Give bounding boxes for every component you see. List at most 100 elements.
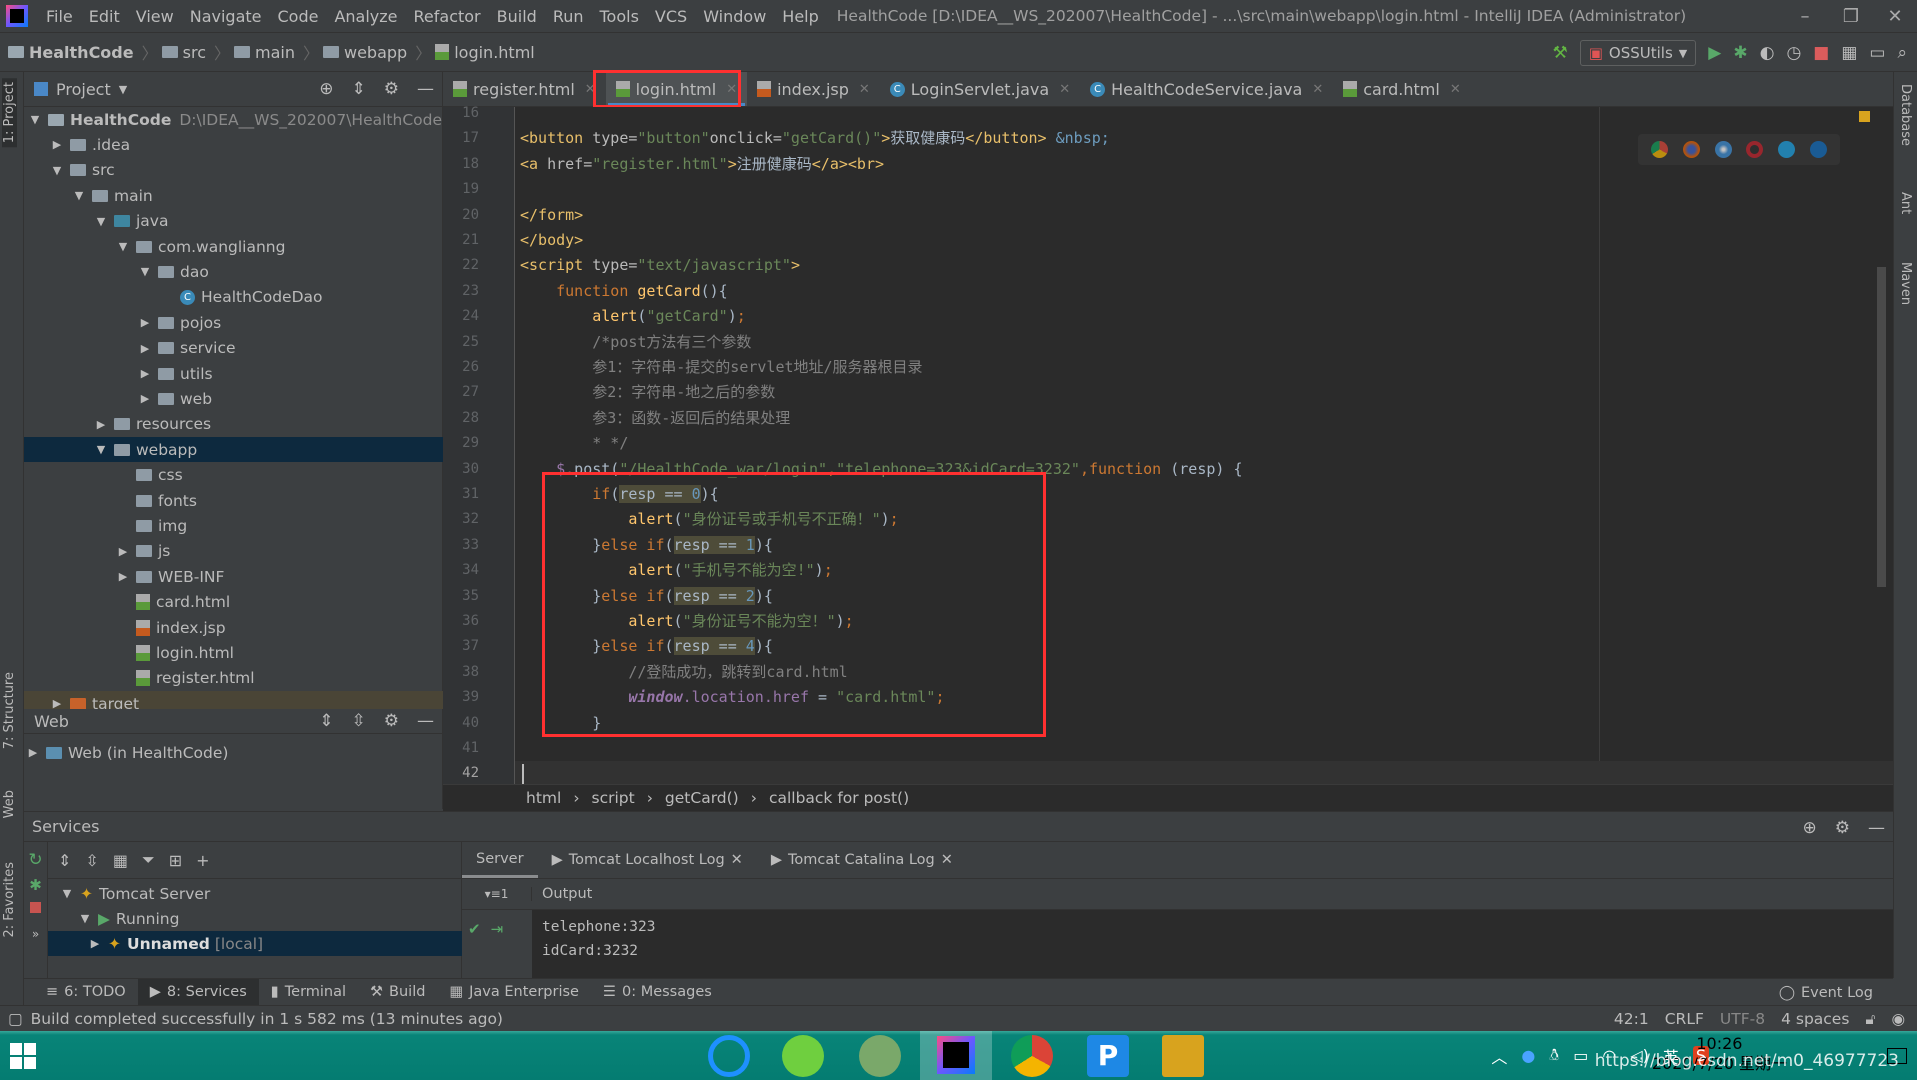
service-running-group[interactable]: ▼ ▶ Running xyxy=(48,906,462,931)
collapse-all-icon[interactable]: ⇳ xyxy=(85,851,98,870)
hide-icon[interactable]: — xyxy=(417,711,434,731)
qq-icon[interactable]: 🐧︎ xyxy=(1549,1045,1559,1067)
services-tab[interactable]: ▶ Tomcat Catalina Log ✕ xyxy=(757,842,967,878)
tree-item[interactable]: C HealthCodeDao xyxy=(24,285,443,310)
bottom-tab[interactable]: ☰ 0: Messages xyxy=(591,979,724,1005)
code-breadcrumb[interactable]: script xyxy=(592,789,635,807)
expand-all-icon[interactable]: ⇕ xyxy=(319,711,333,731)
expand-arrow-icon[interactable]: ▼ xyxy=(138,265,152,278)
opera-icon[interactable] xyxy=(1746,141,1764,158)
hide-icon[interactable]: — xyxy=(1868,818,1885,838)
service-tomcat-server[interactable]: ▼ ✦ Tomcat Server xyxy=(48,881,462,906)
new-tab-icon[interactable]: ⊞ xyxy=(169,851,182,870)
tray-expand-icon[interactable]: ︿ xyxy=(1491,1044,1507,1068)
web-tree-item[interactable]: ▶ Web (in HealthCode) xyxy=(24,740,443,765)
caret-position[interactable]: 42:1 xyxy=(1614,1010,1649,1028)
tool-tab-favorites[interactable]: 2: Favorites xyxy=(2,862,17,938)
gear-icon[interactable]: ⚙ xyxy=(384,79,399,99)
menu-navigate[interactable]: Navigate xyxy=(182,7,270,26)
tree-item[interactable]: card.html xyxy=(24,590,443,615)
chrome-icon[interactable] xyxy=(1651,141,1669,158)
expand-arrow-icon[interactable]: ▶ xyxy=(138,316,152,329)
gear-icon[interactable]: ⚙ xyxy=(384,711,399,731)
edge-icon[interactable] xyxy=(1809,141,1827,158)
deploy-icon[interactable]: ⇥ xyxy=(491,920,504,979)
tree-item[interactable]: ▶ WEB-INF xyxy=(24,564,443,589)
group-by-icon[interactable]: ▦ xyxy=(113,851,128,870)
breadcrumb-item[interactable]: main xyxy=(234,43,295,62)
menu-view[interactable]: View xyxy=(128,7,182,26)
taskbar-app-chrome-icon[interactable] xyxy=(1011,1035,1053,1077)
tree-item[interactable]: img xyxy=(24,513,443,538)
expand-arrow-icon[interactable]: ▼ xyxy=(28,113,42,126)
tree-item[interactable]: ▶ service xyxy=(24,336,443,361)
tool-tab-maven[interactable]: Maven xyxy=(1898,262,1913,305)
collapse-all-icon[interactable]: ⇳ xyxy=(352,711,366,731)
ie-icon[interactable] xyxy=(1777,141,1795,158)
tool-tab-web[interactable]: Web xyxy=(2,790,17,818)
expand-all-icon[interactable]: ⇕ xyxy=(58,851,71,870)
menu-vcs[interactable]: VCS xyxy=(647,7,695,26)
breadcrumb-item[interactable]: login.html xyxy=(435,43,535,62)
locate-icon[interactable]: ⊕ xyxy=(1803,818,1817,838)
line-separator[interactable]: CRLF xyxy=(1665,1010,1704,1028)
expand-arrow-icon[interactable]: ▼ xyxy=(116,240,130,253)
tree-item[interactable]: ▼ src xyxy=(24,158,443,183)
expand-arrow-icon[interactable]: ▶ xyxy=(50,138,64,151)
close-tab-icon[interactable]: ✕ xyxy=(859,82,870,97)
filter-icon[interactable]: ⏷ xyxy=(142,850,155,870)
collapse-all-icon[interactable]: ⇕ xyxy=(352,79,366,99)
add-service-icon[interactable]: + xyxy=(196,851,209,870)
tree-item[interactable]: ▶ utils xyxy=(24,361,443,386)
expand-arrow-icon[interactable]: ▶ xyxy=(138,392,152,405)
expand-arrow-icon[interactable]: ▶ xyxy=(116,570,130,583)
close-window-button[interactable]: ✕ xyxy=(1875,6,1915,27)
expand-arrow-icon[interactable]: ▼ xyxy=(50,164,64,177)
editor-scrollbar[interactable] xyxy=(1877,267,1886,587)
bottom-tab[interactable]: ▶ 8: Services xyxy=(137,979,259,1005)
more-icon[interactable]: » xyxy=(24,927,47,941)
tree-item[interactable]: login.html xyxy=(24,640,443,665)
rerun-icon[interactable]: ↻ xyxy=(24,850,47,870)
gear-icon[interactable]: ⚙ xyxy=(1835,818,1850,838)
debug-bug-icon[interactable]: ✱ xyxy=(1733,43,1747,63)
code-breadcrumb[interactable]: callback for post() xyxy=(769,789,909,807)
expand-arrow-icon[interactable]: ▶ xyxy=(94,418,108,431)
breadcrumb-item[interactable]: webapp xyxy=(323,43,407,62)
terminal-window-icon[interactable]: ▭ xyxy=(1869,43,1885,63)
tree-item[interactable]: index.jsp xyxy=(24,615,443,640)
menu-refactor[interactable]: Refactor xyxy=(406,7,489,26)
chevron-down-icon[interactable]: ▼ xyxy=(119,83,127,96)
tree-item[interactable]: ▶ resources xyxy=(24,412,443,437)
tray-app-icon[interactable]: ● xyxy=(1521,1046,1535,1065)
tool-tab-ant[interactable]: Ant xyxy=(1898,192,1913,214)
status-toggle-icon[interactable]: ▢ xyxy=(8,1010,23,1028)
search-icon[interactable]: ⌕ xyxy=(1897,43,1907,63)
coverage-icon[interactable]: ◐ xyxy=(1760,43,1775,63)
bottom-tab[interactable]: ▦ Java Enterprise xyxy=(437,979,591,1005)
taskbar-app-intellij-active[interactable] xyxy=(920,1031,992,1080)
expand-arrow-icon[interactable]: ▼ xyxy=(60,887,74,900)
taskbar-app-browser-icon[interactable] xyxy=(782,1035,824,1077)
tree-item[interactable]: ▼ com.wanglianng xyxy=(24,234,443,259)
build-hammer-icon[interactable]: ⚒ xyxy=(1552,43,1567,63)
tree-item[interactable]: ▼ main xyxy=(24,183,443,208)
menu-tools[interactable]: Tools xyxy=(592,7,647,26)
menu-help[interactable]: Help xyxy=(774,7,826,26)
bottom-tab[interactable]: ▮ Terminal xyxy=(259,979,358,1005)
menu-edit[interactable]: Edit xyxy=(81,7,128,26)
expand-arrow-icon[interactable]: ▼ xyxy=(72,189,86,202)
tree-item[interactable]: ▼ java xyxy=(24,209,443,234)
breadcrumb-item[interactable]: HealthCode xyxy=(8,43,134,62)
tool-tab-database[interactable]: Database xyxy=(1898,84,1913,146)
breadcrumb-item[interactable]: src xyxy=(161,43,206,62)
taskbar-app-news-icon[interactable] xyxy=(859,1035,901,1077)
menu-code[interactable]: Code xyxy=(270,7,327,26)
run-icon[interactable]: ▶ xyxy=(1708,43,1721,63)
project-structure-icon[interactable]: ▦ xyxy=(1841,43,1857,63)
close-tab-icon[interactable]: ✕ xyxy=(1450,82,1461,97)
close-tab-icon[interactable]: ✕ xyxy=(941,852,953,868)
battery-icon[interactable]: ▭ xyxy=(1573,1046,1588,1065)
tree-item[interactable]: register.html xyxy=(24,666,443,691)
expand-arrow-icon[interactable]: ▶ xyxy=(116,545,130,558)
